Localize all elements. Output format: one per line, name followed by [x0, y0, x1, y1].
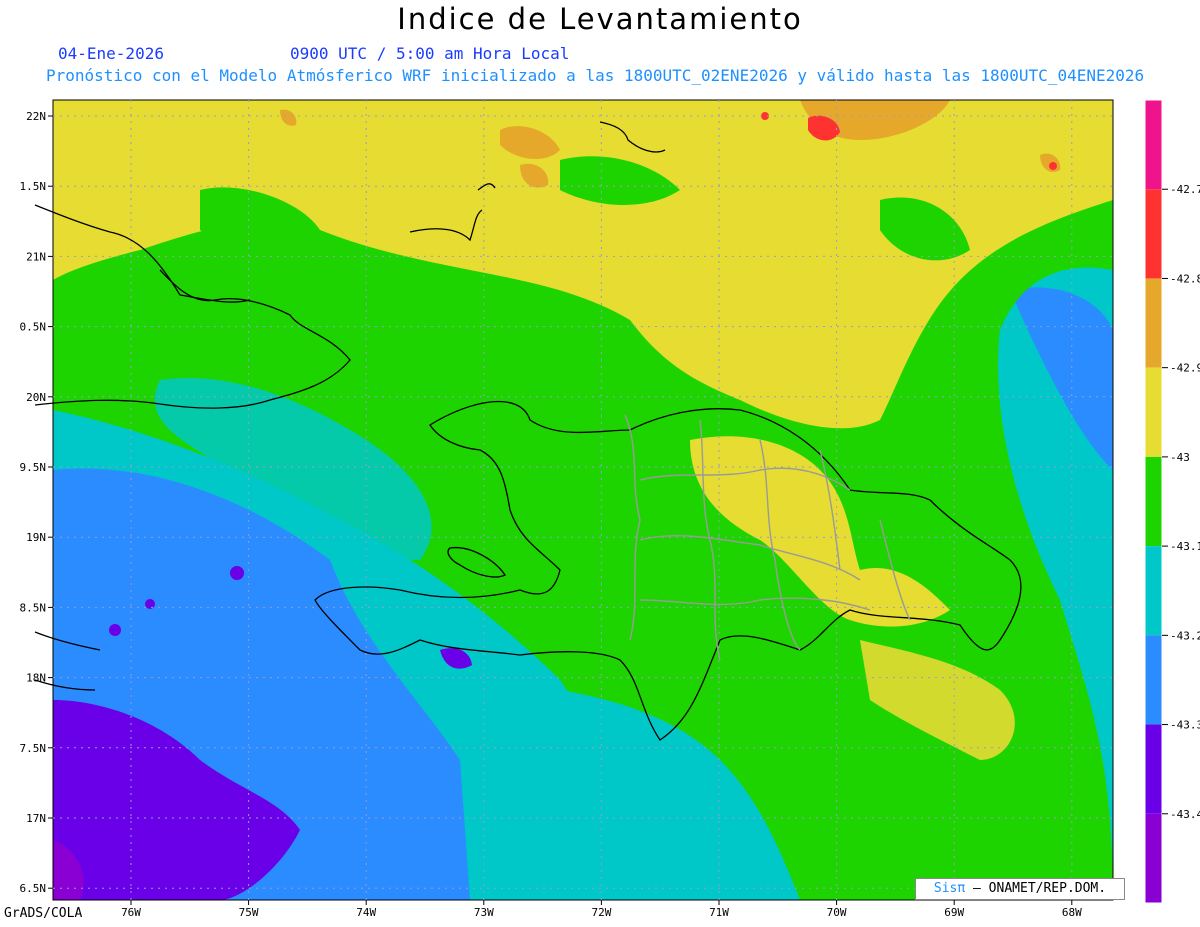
lat-label: 18N	[26, 672, 46, 685]
grads-credit: GrADS/COLA	[4, 906, 83, 921]
lon-label: 75W	[239, 906, 259, 919]
colorbar-label: -42.9	[1170, 362, 1200, 375]
colorbar-label: -43.3	[1170, 719, 1200, 732]
colorbar-swatch	[1145, 635, 1162, 725]
colorbar-label: -43.1	[1170, 540, 1200, 553]
lon-label: 76W	[121, 906, 141, 919]
lat-label: 0.5N	[20, 321, 47, 334]
lifted-index-map: 22N 1.5N 21N 0.5N 20N 9.5N 19N 8.5N 18N 7.5N 17N 6.…	[20, 99, 1200, 919]
lon-label: 69W	[944, 906, 964, 919]
lat-label: 19N	[26, 531, 46, 544]
longitude-labels: 76W 75W 74W 73W 72W 71W 70W 69W 68W	[121, 900, 1082, 919]
colorbar-swatch	[1145, 367, 1162, 457]
colorbar-label: -43.2	[1170, 629, 1200, 642]
colorbar-swatch	[1145, 100, 1162, 190]
colorbar-swatch	[1145, 278, 1162, 368]
lat-label: 7.5N	[20, 742, 47, 755]
lon-label: 73W	[474, 906, 494, 919]
lon-label: 68W	[1062, 906, 1082, 919]
colorbar-label: -42.8	[1170, 272, 1200, 285]
sis-logo-text: Sisπ	[933, 881, 966, 896]
lat-label: 22N	[26, 110, 46, 123]
colorbar: -42.7 -42.8 -42.9 -43 -43.1 -43.2 -43.3 -43.4	[1144, 99, 1200, 904]
lat-label: 1.5N	[20, 180, 47, 193]
lon-label: 70W	[827, 906, 847, 919]
lat-label: 9.5N	[20, 461, 47, 474]
lon-label: 72W	[591, 906, 611, 919]
colorbar-swatch	[1145, 189, 1162, 279]
colorbar-swatch	[1145, 546, 1162, 636]
onamet-credit: Sisπ – ONAMET/REP.DOM.	[915, 878, 1125, 900]
latitude-labels: 22N 1.5N 21N 0.5N 20N 9.5N 19N 8.5N 18N 7.5N 17N 6.…	[20, 110, 53, 895]
colorbar-swatch	[1145, 456, 1162, 547]
lon-label: 71W	[709, 906, 729, 919]
onamet-text: – ONAMET/REP.DOM.	[973, 881, 1107, 896]
lat-label: 6.5N	[20, 882, 47, 895]
colorbar-swatch	[1145, 813, 1162, 903]
colorbar-label: -42.7	[1170, 183, 1200, 196]
colorbar-label: -43.4	[1170, 808, 1200, 821]
colorbar-label: -43	[1170, 451, 1190, 464]
lat-label: 20N	[26, 391, 46, 404]
lat-label: 21N	[26, 250, 46, 263]
lat-label: 8.5N	[20, 601, 47, 614]
colorbar-swatch	[1145, 724, 1162, 814]
lon-label: 74W	[356, 906, 376, 919]
lat-label: 17N	[26, 812, 46, 825]
